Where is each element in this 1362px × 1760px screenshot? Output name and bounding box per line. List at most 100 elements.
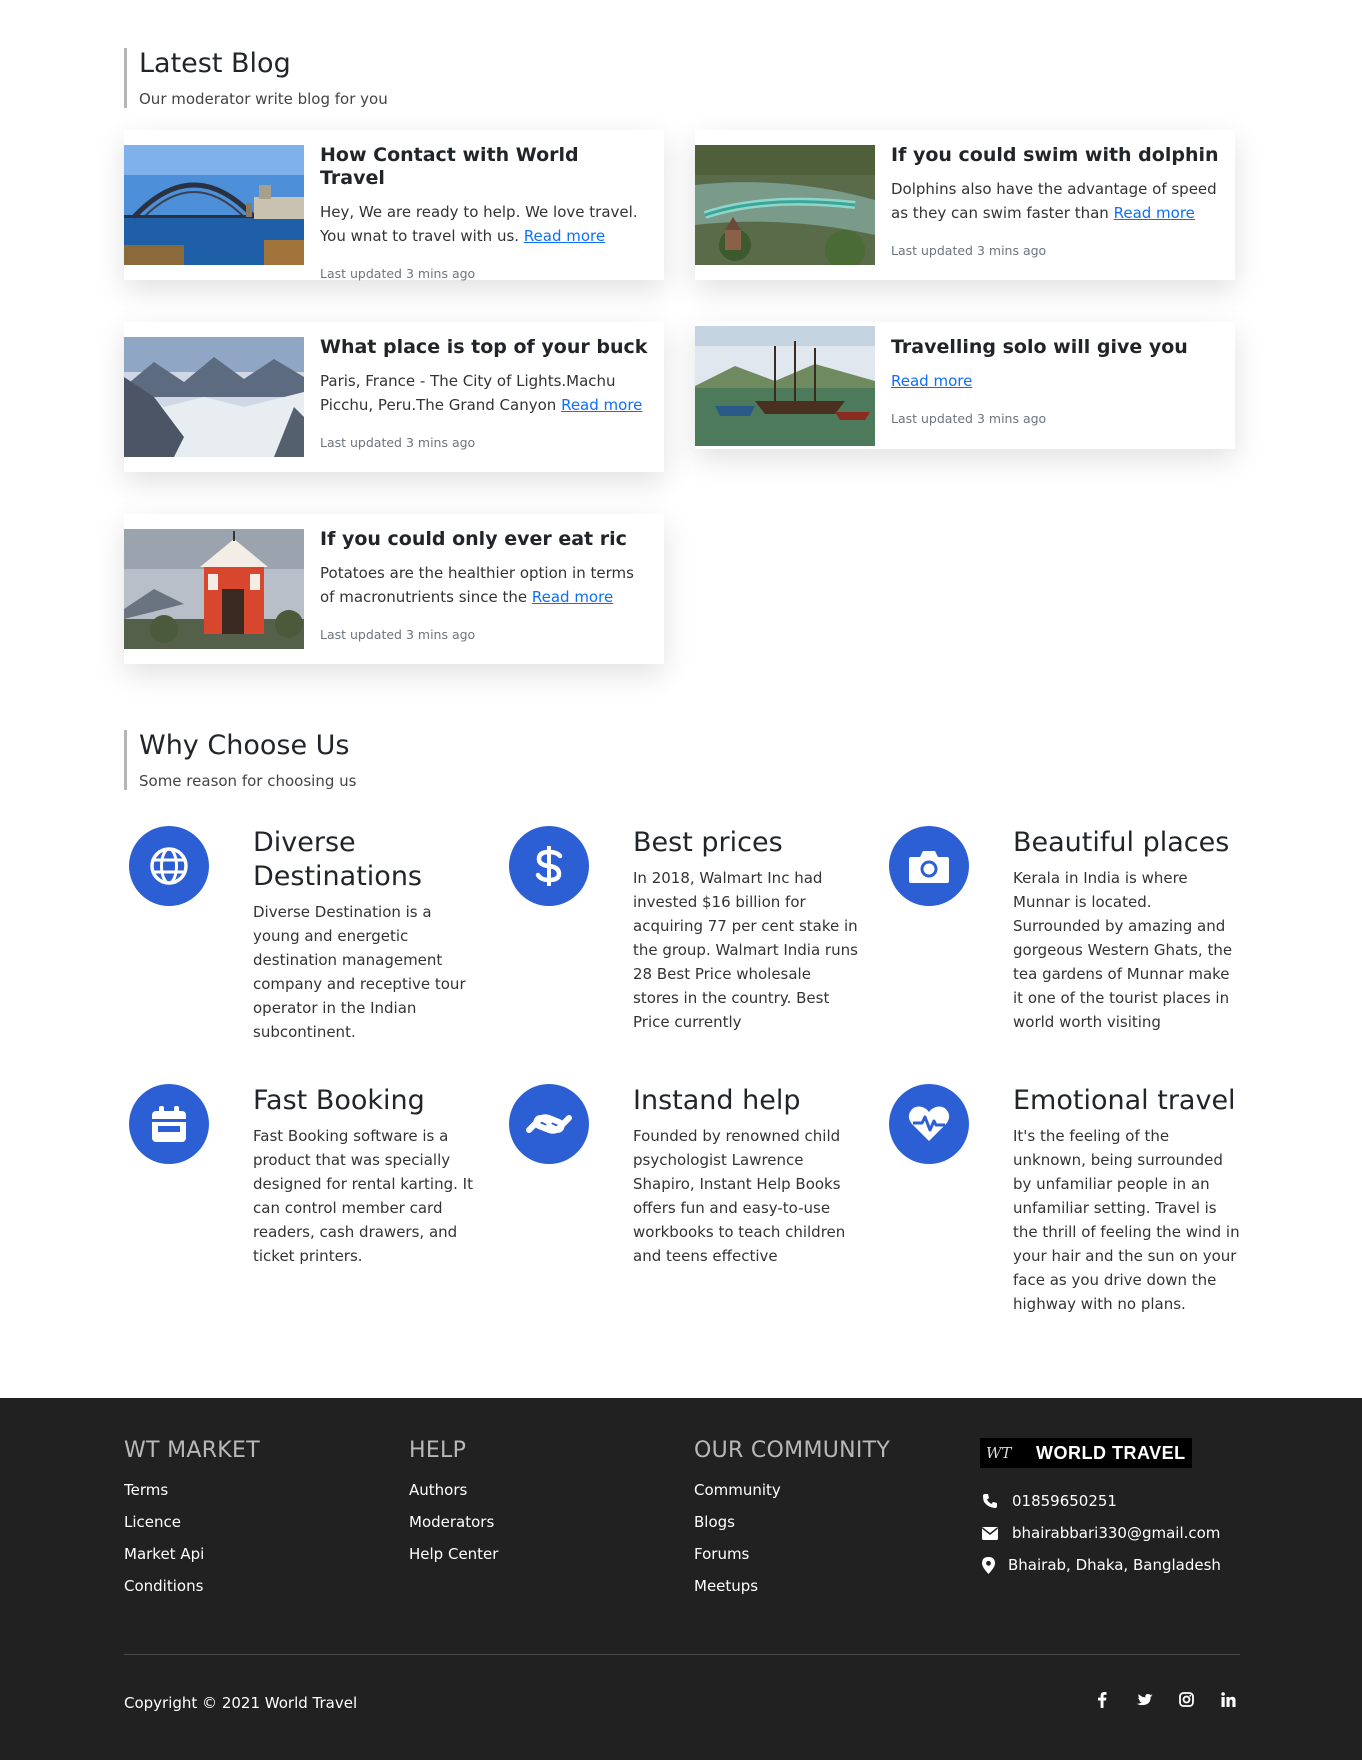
contact-address-text: Bhairab, Dhaka, Bangladesh [1008,1556,1221,1574]
blog-card[interactable]: How Contact with World Travel Hey, We ar… [124,130,664,281]
blog-meta: Last updated 3 mins ago [891,242,1047,258]
footer-link-market-api[interactable]: Market Api [124,1545,260,1563]
calendar-icon [129,1084,209,1164]
contact-list: 01859650251 bhairabbari330@gmail.com Bha… [980,1492,1221,1574]
blog-title[interactable]: If you could only ever eat ric [320,528,648,551]
feature-description: Diverse Destination is a young and energ… [253,902,466,1041]
feature-title: Emotional travel [1013,1085,1236,1116]
blog-title[interactable]: If you could swim with dolphin [891,144,1219,167]
facebook-icon[interactable] [1092,1691,1112,1708]
footer-link-authors[interactable]: Authors [409,1481,498,1499]
globe-icon [129,826,209,906]
feature-title: Beautiful places [1013,827,1230,858]
blog-card-body: How Contact with World Travel Hey, We ar… [304,130,664,281]
dollar-icon [509,826,589,906]
read-more-link[interactable]: Read more [891,372,972,390]
feature-text: Instand help Founded by renowned child p… [633,1084,861,1268]
feature-description: It's the feeling of the unknown, being s… [1013,1126,1240,1313]
blog-meta: Last updated 3 mins ago [320,434,476,450]
blog-excerpt: Hey, We are ready to help. We love trave… [320,200,648,248]
blog-section-subtitle: Our moderator write blog for you [139,90,388,109]
blog-card[interactable]: If you could only ever eat ric Potatoes … [124,514,664,664]
why-section-subtitle: Some reason for choosing us [139,772,357,791]
footer-link-community[interactable]: Community [694,1481,890,1499]
footer-col-contact: WT WORLD TRAVEL 01859650251 bhairabbari3… [980,1438,1221,1588]
why-section-header: Why Choose Us Some reason for choosing u… [124,730,1240,791]
blog-card-body: If you could swim with dolphin Dolphins … [875,130,1235,280]
blog-section-header: Latest Blog Our moderator write blog for… [124,48,1240,109]
map-pin-icon [980,1556,1008,1574]
blog-section: Latest Blog Our moderator write blog for… [124,48,1240,109]
blog-excerpt: Paris, France - The City of Lights.Machu… [320,369,648,417]
blog-excerpt: Read more [891,369,1188,393]
blog-title[interactable]: Travelling solo will give you [891,336,1188,359]
contact-phone[interactable]: 01859650251 [980,1492,1221,1510]
blog-card[interactable]: What place is top of your buck Paris, Fr… [124,322,664,472]
handshake-icon [509,1084,589,1164]
footer-heading: OUR COMMUNITY [694,1438,891,1463]
instagram-icon[interactable] [1176,1692,1196,1707]
read-more-link[interactable]: Read more [561,396,642,414]
feature-text: Fast Booking Fast Booking software is a … [253,1084,481,1268]
feature-title: Best prices [633,827,783,858]
contact-email[interactable]: bhairabbari330@gmail.com [980,1524,1221,1542]
blog-card-body: Travelling solo will give you Read more … [875,322,1204,449]
feature-title: Instand help [633,1085,801,1116]
blog-meta: Last updated 3 mins ago [891,410,1047,426]
footer-link-forums[interactable]: Forums [694,1545,890,1563]
footer-divider [124,1654,1240,1655]
feature-text: Diverse Destinations Diverse Destination… [253,826,481,1044]
blog-excerpt: Potatoes are the healthier option in ter… [320,561,648,609]
footer-col-community: OUR COMMUNITY Community Blogs Forums Mee… [694,1438,890,1609]
camera-icon [889,826,969,906]
blog-image-dolphin-bridge[interactable] [695,145,875,265]
feature-title: Diverse Destinations [253,827,423,892]
read-more-link[interactable]: Read more [532,588,613,606]
why-section-title: Why Choose Us [139,730,350,761]
blog-section-title: Latest Blog [139,48,291,79]
blog-title[interactable]: What place is top of your buck [320,336,648,359]
footer-heading: WT MARKET [124,1438,260,1463]
footer-link-blogs[interactable]: Blogs [694,1513,890,1531]
footer-links: Community Blogs Forums Meetups [694,1481,890,1595]
footer-link-moderators[interactable]: Moderators [409,1513,498,1531]
blog-image-bridge[interactable] [124,145,304,265]
blog-meta: Last updated 3 mins ago [320,265,476,281]
blog-meta: Last updated 3 mins ago [320,626,476,642]
social-links [1092,1691,1238,1708]
feature-description: Kerala in India is where Munnar is locat… [1013,868,1233,1031]
blog-card[interactable]: Travelling solo will give you Read more … [695,322,1235,449]
world-travel-logo[interactable]: WT WORLD TRAVEL [980,1438,1192,1468]
twitter-icon[interactable] [1134,1692,1154,1707]
blog-image-mountains[interactable] [124,337,304,457]
feature-text: Emotional travel It's the feeling of the… [1013,1084,1241,1316]
footer-link-terms[interactable]: Terms [124,1481,260,1499]
footer-link-meetups[interactable]: Meetups [694,1577,890,1595]
blog-excerpt: Dolphins also have the advantage of spee… [891,177,1219,225]
footer-link-licence[interactable]: Licence [124,1513,260,1531]
copyright-text: Copyright © 2021 World Travel [124,1694,358,1712]
logo-text: WORLD TRAVEL [1036,1442,1186,1463]
envelope-icon [980,1526,1012,1540]
footer-link-help-center[interactable]: Help Center [409,1545,498,1563]
blog-image-church[interactable] [124,529,304,649]
feature-text: Beautiful places Kerala in India is wher… [1013,826,1241,1034]
footer-links: Authors Moderators Help Center [409,1481,498,1563]
footer: WT MARKET Terms Licence Market Api Condi… [0,1398,1362,1760]
footer-link-conditions[interactable]: Conditions [124,1577,260,1595]
blog-title[interactable]: How Contact with World Travel [320,144,648,190]
phone-icon [980,1493,1012,1509]
contact-address: Bhairab, Dhaka, Bangladesh [980,1556,1221,1574]
blog-image-boats[interactable] [695,326,875,446]
feature-text: Best prices In 2018, Walmart Inc had inv… [633,826,861,1034]
footer-links: Terms Licence Market Api Conditions [124,1481,260,1595]
contact-email-text: bhairabbari330@gmail.com [1012,1524,1221,1542]
footer-col-help: HELP Authors Moderators Help Center [409,1438,498,1577]
contact-phone-text: 01859650251 [1012,1492,1117,1510]
read-more-link[interactable]: Read more [524,227,605,245]
read-more-link[interactable]: Read more [1114,204,1195,222]
blog-card[interactable]: If you could swim with dolphin Dolphins … [695,130,1235,280]
footer-heading: HELP [409,1438,467,1463]
linkedin-icon[interactable] [1218,1692,1238,1707]
feature-description: Fast Booking software is a product that … [253,1126,473,1265]
